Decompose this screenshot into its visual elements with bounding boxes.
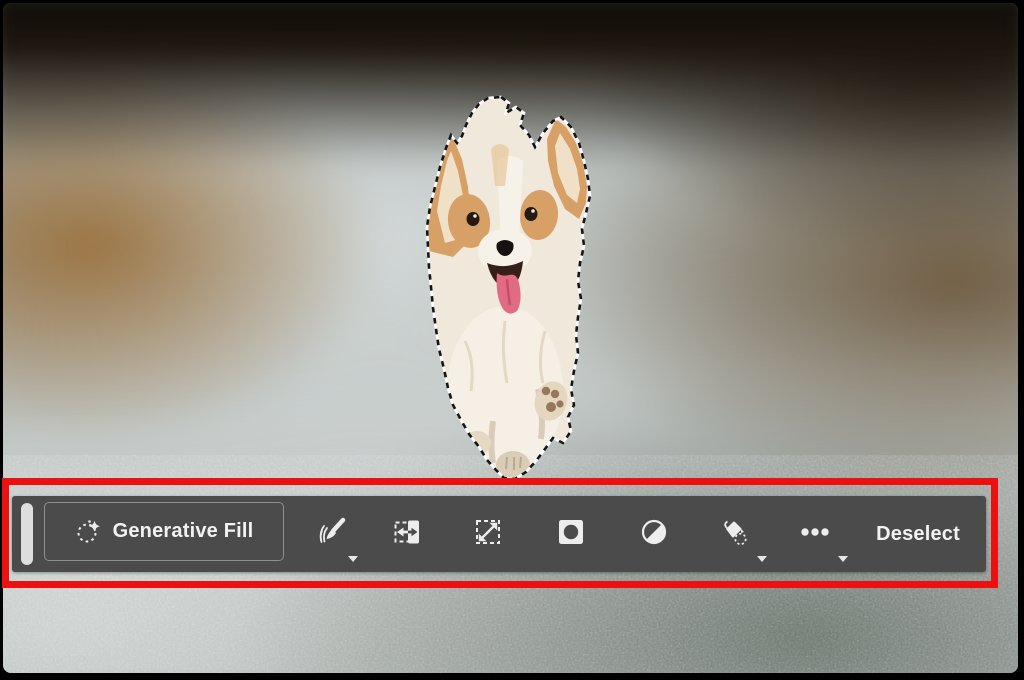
more-options-dropdown-caret[interactable] [838, 556, 848, 562]
image-canvas[interactable] [3, 3, 1018, 673]
generative-fill-button[interactable]: Generative Fill [44, 502, 284, 561]
paint-bucket-icon [720, 517, 750, 547]
create-adjustment-button[interactable] [632, 506, 676, 558]
invert-selection-button[interactable] [385, 506, 429, 558]
transform-selection-icon [474, 518, 502, 546]
brush-icon [317, 517, 347, 547]
invert-selection-icon [393, 518, 421, 546]
adjustment-circle-icon [640, 518, 668, 546]
modify-selection-button[interactable] [310, 506, 354, 558]
generative-fill-sparkle-icon [75, 518, 103, 546]
generative-fill-label: Generative Fill [113, 520, 254, 543]
screenshot-root: Generative Fill [0, 0, 1024, 680]
contextual-task-bar: Generative Fill [12, 496, 986, 572]
deselect-button[interactable]: Deselect [870, 496, 966, 572]
mask-icon [557, 518, 585, 546]
fill-selection-dropdown-caret[interactable] [757, 556, 767, 562]
selected-dog-subject [405, 91, 615, 491]
fill-selection-button[interactable] [713, 506, 757, 558]
ellipsis-icon [800, 518, 830, 546]
modify-selection-dropdown-caret[interactable] [348, 556, 358, 562]
transform-selection-button[interactable] [466, 506, 510, 558]
more-options-button[interactable] [793, 506, 837, 558]
create-mask-button[interactable] [549, 506, 593, 558]
drag-handle[interactable] [21, 503, 33, 565]
